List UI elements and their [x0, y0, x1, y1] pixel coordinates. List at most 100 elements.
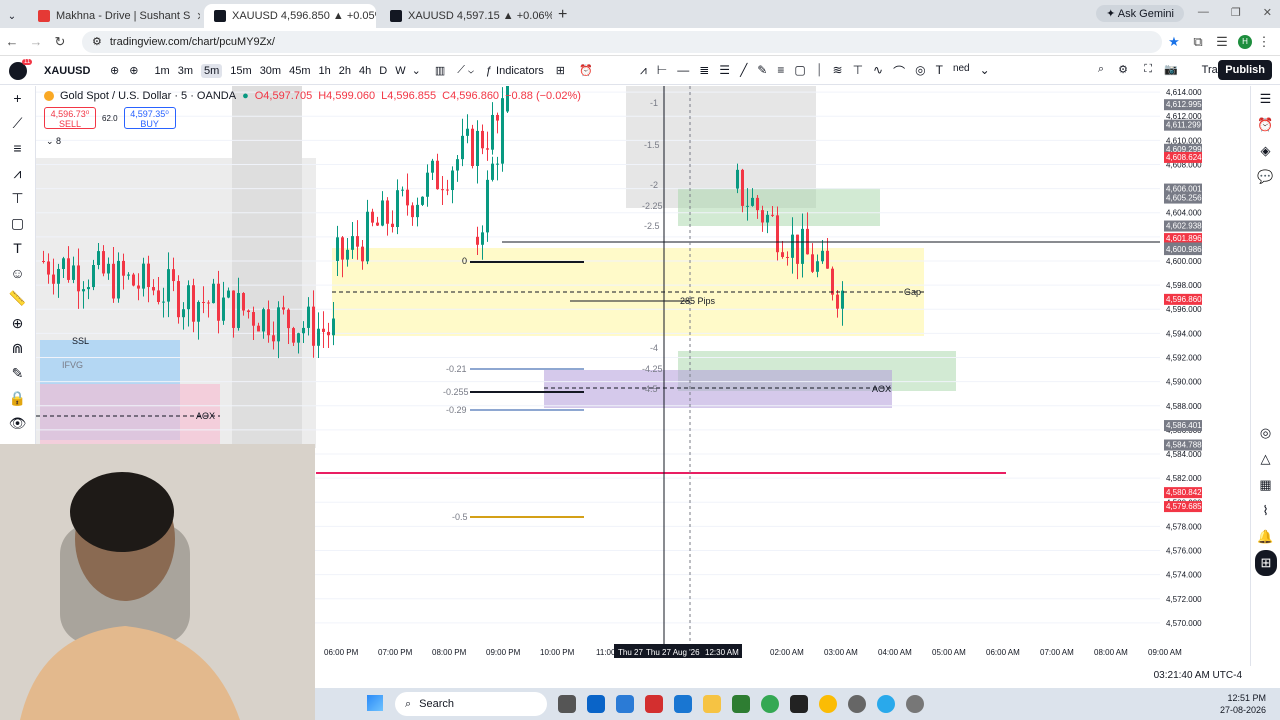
candle[interactable] — [162, 301, 165, 303]
adobe-icon[interactable] — [790, 695, 808, 713]
candle[interactable] — [491, 114, 494, 150]
candle[interactable] — [122, 260, 125, 276]
trendline-icon[interactable]: ╱ — [740, 63, 747, 80]
channel-icon[interactable]: ≋ — [833, 63, 843, 80]
buy-button[interactable]: 4,597.35⁰ BUY — [123, 107, 176, 129]
candle[interactable] — [451, 170, 454, 191]
sell-button[interactable]: 4,596.73⁰ SELL — [44, 107, 96, 129]
candle[interactable] — [371, 211, 374, 223]
timeframe-4h[interactable]: 4h — [359, 65, 371, 77]
candle[interactable] — [267, 309, 270, 336]
timeframe-3m[interactable]: 3m — [178, 65, 193, 77]
browser-tab[interactable]: XAUUSD 4,597.15 ▲ +0.06% U ✕ — [380, 4, 552, 28]
candle[interactable] — [272, 335, 275, 342]
settings-icon[interactable]: ⚙ — [1118, 63, 1128, 76]
candle[interactable] — [436, 160, 439, 190]
candle[interactable] — [67, 258, 70, 280]
candle[interactable] — [192, 285, 195, 322]
taskbar-search[interactable]: ⌕ Search — [395, 692, 547, 716]
candle[interactable] — [57, 268, 60, 284]
candle[interactable] — [277, 307, 280, 342]
timezone-clock[interactable]: 03:21:40 AM UTC-4 — [1154, 670, 1242, 681]
timeframe-d[interactable]: D — [379, 65, 387, 77]
brush-icon[interactable]: ✎ — [757, 63, 767, 80]
bell-icon[interactable]: 🔔 — [1251, 524, 1280, 550]
candle[interactable] — [501, 111, 504, 164]
compare-icon[interactable]: ⊕ — [110, 64, 119, 77]
forward-icon[interactable]: → — [24, 34, 48, 49]
candle[interactable] — [776, 215, 779, 253]
ask-gemini-button[interactable]: ✦ Ask Gemini — [1096, 5, 1184, 22]
fib-tool-icon[interactable]: ≡ — [0, 136, 35, 161]
candle[interactable] — [421, 196, 424, 205]
curve-icon[interactable]: ⌒ — [893, 63, 905, 80]
candle[interactable] — [411, 205, 414, 218]
pattern-icon[interactable]: ⩘ — [640, 63, 647, 80]
timeframe-30m[interactable]: 30m — [260, 65, 281, 77]
lock-icon[interactable]: 🔒 — [0, 386, 35, 411]
truncated-label[interactable]: ned — [953, 63, 970, 80]
publish-button[interactable]: Publish — [1218, 60, 1272, 80]
candle[interactable] — [831, 268, 834, 295]
candle[interactable] — [287, 309, 290, 329]
chevron-down-icon[interactable]: ⌄ — [412, 64, 421, 77]
candle[interactable] — [47, 261, 50, 275]
windows-start-icon[interactable] — [367, 695, 383, 711]
indicators-button[interactable]: Indicators — [496, 65, 544, 77]
chevron-down-icon[interactable]: ⌄ — [980, 63, 990, 80]
candle[interactable] — [756, 197, 759, 211]
candle[interactable] — [486, 179, 489, 233]
candle[interactable] — [212, 283, 215, 304]
alert-icon[interactable]: ⏰ — [579, 64, 593, 77]
eye-icon[interactable]: 👁 — [0, 411, 35, 436]
pattern-tool-icon[interactable]: ⩘ — [0, 161, 35, 186]
calendar-icon[interactable]: ▦ — [1251, 472, 1280, 498]
fib-retrace-icon[interactable]: ≡ — [777, 63, 784, 80]
candle[interactable] — [336, 237, 339, 261]
candle[interactable] — [366, 211, 369, 262]
candle[interactable] — [781, 252, 784, 257]
candle[interactable] — [237, 293, 240, 328]
minimize-icon[interactable]: — — [1198, 6, 1209, 19]
candle[interactable] — [157, 290, 160, 303]
candle[interactable] — [127, 274, 130, 276]
purple-zone[interactable] — [544, 370, 892, 408]
candle[interactable] — [52, 274, 55, 284]
candle[interactable] — [247, 310, 250, 313]
new-tab-button[interactable]: + — [558, 4, 567, 28]
candle[interactable] — [796, 234, 799, 264]
layers-icon[interactable]: ◈ — [1251, 138, 1280, 164]
candle[interactable] — [401, 189, 404, 191]
chrome-active-icon[interactable] — [848, 695, 866, 713]
candle[interactable] — [107, 263, 110, 274]
prediction-tool-icon[interactable]: ⊤ — [0, 186, 35, 211]
candle[interactable] — [816, 261, 819, 272]
candle[interactable] — [282, 307, 285, 310]
chat-icon[interactable]: 💬 — [1251, 164, 1280, 190]
text-tool-icon[interactable]: ⊤ — [853, 63, 863, 80]
candle[interactable] — [466, 128, 469, 136]
telegram-icon[interactable] — [877, 695, 895, 713]
chrome-icon[interactable] — [761, 695, 779, 713]
camera-icon[interactable]: 📷 — [1164, 63, 1178, 76]
candle[interactable] — [327, 331, 330, 336]
candle[interactable] — [207, 302, 210, 304]
ruler-icon[interactable]: 📏 — [0, 286, 35, 311]
candle[interactable] — [147, 263, 150, 288]
signal-icon[interactable]: ⌇ — [1251, 498, 1280, 524]
candle[interactable] — [132, 274, 135, 286]
candle[interactable] — [786, 256, 789, 258]
candles-icon[interactable]: ▥ — [435, 64, 445, 77]
extensions-icon[interactable]: ⧉ — [1186, 34, 1210, 50]
candle[interactable] — [112, 263, 115, 299]
candle[interactable] — [187, 285, 190, 310]
candle[interactable] — [257, 325, 260, 332]
emoji-icon[interactable]: ☺ — [0, 261, 35, 286]
target-icon[interactable]: ◎ — [1251, 420, 1280, 446]
tab-search-icon[interactable]: ⌄ — [0, 11, 24, 22]
system-clock[interactable]: 12:51 PM 27-08-2026 — [1220, 692, 1266, 716]
timeframe-1m[interactable]: 1m — [154, 65, 169, 77]
task-view-icon[interactable] — [558, 695, 576, 713]
fullscreen-icon[interactable]: ⛶ — [1144, 63, 1152, 76]
candle[interactable] — [227, 290, 230, 298]
